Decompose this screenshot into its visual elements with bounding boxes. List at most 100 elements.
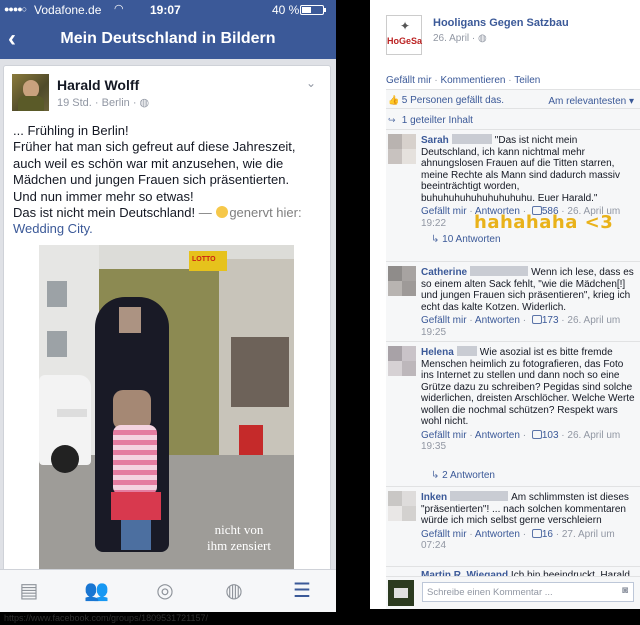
- redacted-surname: [450, 491, 509, 501]
- post-location[interactable]: Wedding City.: [13, 221, 325, 237]
- comment-reply-link[interactable]: Antworten: [475, 315, 520, 326]
- tab-bar: ▤ 👥 ◎ ◍ ☰: [0, 569, 336, 612]
- redacted-surname: [456, 346, 477, 356]
- commenter-name[interactable]: Helena: [421, 347, 454, 358]
- post-date: 26. April · ◍: [433, 33, 487, 44]
- comment-like-count[interactable]: 16: [542, 529, 553, 540]
- globe-small-icon: ◍: [139, 97, 150, 109]
- post-photo[interactable]: LOTTO nicht von ihm zensiert: [39, 245, 294, 574]
- likes-count[interactable]: 5 Personen gefällt das.: [402, 95, 504, 106]
- comment-body: Inken Am schlimmsten ist dieses "präsenti…: [421, 491, 635, 552]
- reply-arrow-icon: ↳: [431, 470, 440, 481]
- comment-like-link[interactable]: Gefällt mir: [421, 430, 467, 441]
- feeling-label: genervt hier:: [229, 205, 302, 221]
- status-bar: ●●●●○ Vodafone.de ◠ 19:07 40 %: [0, 0, 336, 19]
- redacted-surname: [451, 134, 492, 144]
- comment-body: Helena Wie asozial ist es bitte fremde Me…: [421, 346, 635, 453]
- comment-item: Inken Am schlimmsten ist dieses "präsenti…: [386, 487, 640, 567]
- own-avatar: [388, 580, 414, 606]
- comment-item: Helena Wie asozial ist es bitte fremde Me…: [386, 342, 640, 487]
- comment-reply-link[interactable]: Antworten: [475, 430, 520, 441]
- page-logo[interactable]: ✦ HoGeSa: [386, 15, 422, 55]
- comment-reply-link[interactable]: Antworten: [475, 529, 520, 540]
- commenter-name[interactable]: Catherine: [421, 267, 467, 278]
- comment-body: Catherine Wenn ich lese, dass es so einem…: [421, 266, 635, 338]
- post-card: Harald Wolff 19 Std. · Berlin · ◍ ⌄ ... …: [3, 65, 331, 575]
- commenter-name[interactable]: Inken: [421, 492, 447, 503]
- battery-label: 40 %: [272, 3, 300, 17]
- nav-bar: ‹ Mein Deutschland in Bildern: [0, 19, 336, 59]
- eagle-icon: ✦: [399, 19, 411, 33]
- chevron-down-icon[interactable]: ⌄: [306, 76, 316, 90]
- shares-count[interactable]: 1 geteilter Inhalt: [402, 115, 473, 126]
- comment-button[interactable]: Kommentieren: [440, 75, 505, 86]
- comment-like-link[interactable]: Gefällt mir: [421, 529, 467, 540]
- post-line: Und nun immer mehr so etwas!: [13, 188, 194, 204]
- battery-icon: [300, 5, 326, 15]
- camera-icon[interactable]: ◙: [622, 585, 628, 596]
- annotation-text: hahahaha <3: [474, 212, 614, 233]
- page-name[interactable]: Hooligans Gegen Satzbau: [433, 17, 569, 29]
- comments-panel: 👍 5 Personen gefällt das. Am relevantest…: [386, 89, 640, 609]
- like-button[interactable]: Gefällt mir: [386, 75, 432, 86]
- commenter-avatar[interactable]: [388, 134, 416, 164]
- write-comment-bar: Schreibe einen Kommentar ... ◙: [386, 576, 640, 609]
- comment-like-count[interactable]: 103: [542, 430, 559, 441]
- comment-like-count[interactable]: 173: [542, 315, 559, 326]
- post-line: Früher hat man sich gefreut auf diese Ja…: [13, 139, 296, 155]
- share-button[interactable]: Teilen: [514, 75, 540, 86]
- thumbs-up-icon: 👍: [388, 95, 400, 105]
- friends-icon[interactable]: 👥: [84, 579, 109, 603]
- post-line-feeling: Das ist nicht mein Deutschland! — generv…: [13, 205, 302, 221]
- comment-text: Wie asozial ist es bitte fremde Menschen…: [421, 347, 635, 427]
- wifi-icon: ◠: [114, 3, 124, 15]
- status-time: 19:07: [150, 3, 181, 17]
- post-line: ... Frühling in Berlin!: [13, 123, 129, 138]
- replies-link[interactable]: ↳ 10 Antworten: [431, 234, 501, 246]
- commenter-avatar[interactable]: [388, 266, 416, 296]
- sort-dropdown[interactable]: Am relevantesten ▾: [548, 96, 634, 107]
- commenter-avatar[interactable]: [388, 491, 416, 521]
- comment-footer: Gefällt mir · Antworten · 103 · 26. Apri…: [421, 429, 621, 452]
- photo-watermark: nicht von ihm zensiert: [207, 522, 271, 553]
- desktop-screenshot: ✦ HoGeSa Hooligans Gegen Satzbau 26. Apr…: [370, 0, 640, 609]
- commenter-name[interactable]: Sarah: [421, 135, 449, 146]
- censored-face: [119, 307, 141, 333]
- news-feed-icon[interactable]: ▤: [17, 579, 41, 603]
- post-line: auch weil es schön war mit anzusehen, wi…: [13, 155, 284, 171]
- shares-row: ↪ 1 geteilter Inhalt: [386, 109, 640, 130]
- redacted-surname: [470, 266, 529, 276]
- post-actions: Gefällt mir · Kommentieren · Teilen: [386, 75, 541, 86]
- censored-face: [113, 390, 151, 430]
- reply-arrow-icon: ↳: [431, 234, 440, 245]
- girl-striped-jacket: [113, 425, 157, 495]
- comment-item: Sarah "Das ist nicht mein Deutschland, ic…: [386, 130, 640, 262]
- replies-link[interactable]: ↳ 2 Antworten: [431, 470, 495, 482]
- carrier-label: Vodafone.de: [34, 3, 102, 17]
- comment-item: Catherine Wenn ich lese, dass es so einem…: [386, 262, 640, 342]
- divider: [336, 0, 370, 612]
- comment-text: "Das ist nicht mein Deutschland, ich kan…: [421, 135, 620, 204]
- mobile-screenshot: ●●●●○ Vodafone.de ◠ 19:07 40 % ‹ Mein De…: [0, 0, 336, 612]
- girl-skirt: [111, 492, 161, 520]
- messenger-icon[interactable]: ◎: [153, 579, 177, 603]
- comment-footer: Gefällt mir · Antworten · 16 · 27. April…: [421, 528, 615, 551]
- url-watermark: https://www.facebook.com/groups/18095317…: [0, 612, 640, 625]
- share-icon: ↪: [388, 115, 396, 125]
- comment-input[interactable]: Schreibe einen Kommentar ...: [422, 582, 634, 602]
- comment-like-link[interactable]: Gefällt mir: [421, 315, 467, 326]
- post-text: ... Frühling in Berlin! Früher hat man s…: [13, 123, 325, 238]
- girl-legs: [121, 520, 151, 550]
- thumbs-up-icon: [531, 315, 542, 324]
- annoyed-emoji-icon: [216, 206, 229, 219]
- globe-small-icon: ◍: [478, 33, 487, 44]
- shop-window: [231, 337, 289, 407]
- post-line: Mädchen und jungen Frauen sich präsentie…: [13, 172, 290, 188]
- author-avatar[interactable]: [12, 74, 49, 111]
- post-meta: 19 Std. · Berlin · ◍: [57, 97, 150, 109]
- comment-like-link[interactable]: Gefällt mir: [421, 206, 467, 217]
- commenter-avatar[interactable]: [388, 346, 416, 376]
- menu-icon[interactable]: ☰: [290, 579, 314, 603]
- post-author[interactable]: Harald Wolff: [57, 77, 139, 93]
- globe-icon[interactable]: ◍: [222, 579, 246, 603]
